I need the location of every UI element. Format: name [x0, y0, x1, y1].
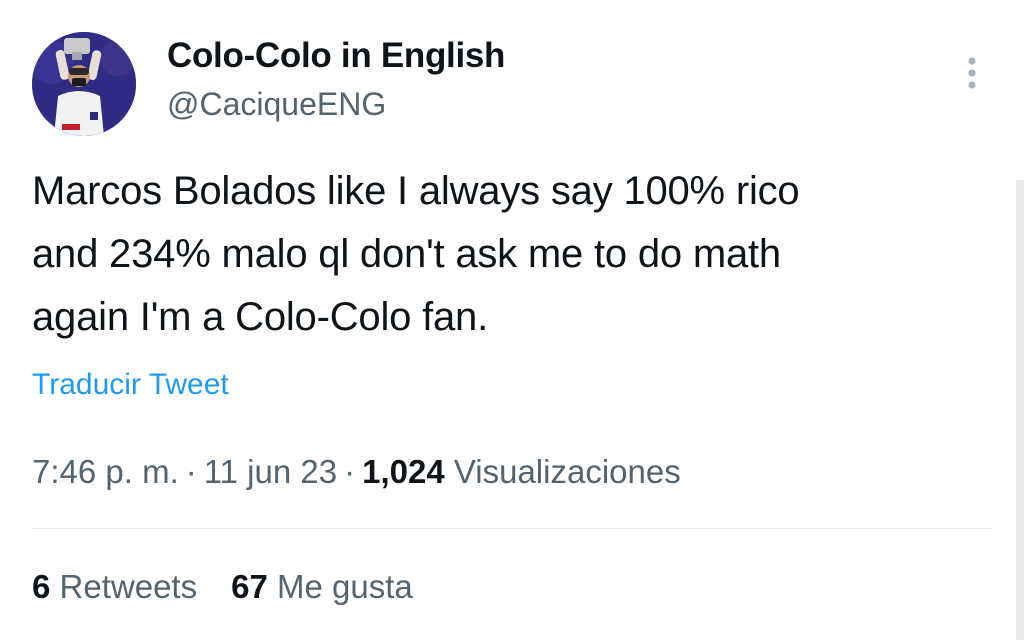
more-vertical-icon[interactable] [958, 54, 986, 94]
tweet-meta: 7:46 p. m. · 11 jun 23 · 1,024 Visualizacion… [32, 453, 681, 491]
retweets-label: Retweets [59, 568, 198, 605]
tweet-stats: 6 Retweets 67 Me gusta [32, 568, 413, 606]
meta-separator: · [344, 453, 356, 490]
display-name[interactable]: Colo-Colo in English [167, 36, 505, 76]
retweets-count: 6 [32, 568, 51, 605]
tweet-time[interactable]: 7:46 p. m. [32, 453, 179, 490]
tweet-detail: Colo-Colo in English @CaciqueENG Marcos … [0, 0, 1024, 640]
divider [32, 528, 992, 529]
scrollbar[interactable] [1016, 180, 1024, 640]
tweet-text: Marcos Bolados like I always say 100% ri… [32, 169, 800, 339]
tweet-date[interactable]: 11 jun 23 [204, 453, 337, 490]
profile-avatar[interactable] [32, 32, 136, 136]
retweets-stat[interactable]: 6 Retweets [32, 568, 197, 605]
likes-stat[interactable]: 67 Me gusta [231, 568, 413, 605]
meta-separator: · [185, 453, 197, 490]
account-handle[interactable]: @CaciqueENG [167, 86, 386, 123]
views-count: 1,024 [362, 453, 445, 490]
person-holding-trophy-avatar-icon [32, 32, 136, 136]
views-label: Visualizaciones [453, 453, 681, 490]
likes-count: 67 [231, 568, 268, 605]
likes-label: Me gusta [276, 568, 413, 605]
translate-tweet-link[interactable]: Traducir Tweet [32, 368, 229, 402]
